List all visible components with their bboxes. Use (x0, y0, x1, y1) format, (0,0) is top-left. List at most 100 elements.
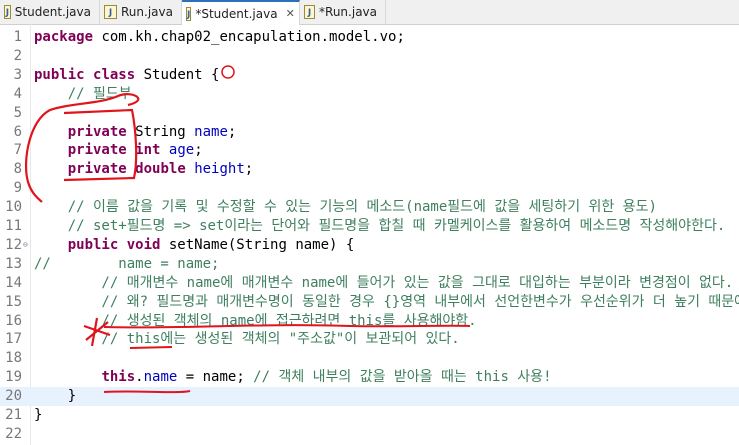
code-token: name (143, 369, 178, 386)
code-text: private double height; (34, 160, 253, 179)
code-token: String (126, 123, 195, 140)
code-token: // 이름 값을 기록 및 수정할 수 있는 기능의 메소드(name필드에 값… (34, 199, 657, 216)
line-number: 15 (5, 293, 22, 310)
code-line[interactable]: 17 // this에는 생성된 객체의 "주소값"이 보관되어 있다. (0, 330, 739, 349)
code-token: age (168, 142, 195, 159)
line-number: 8 (13, 161, 22, 178)
tab-label: Run.java (121, 5, 173, 19)
code-line[interactable]: 10 // 이름 값을 기록 및 수정할 수 있는 기능의 메소드(name필드… (0, 198, 739, 217)
line-number: 7 (13, 142, 22, 159)
tab-2[interactable]: J *Student.java ✕ (182, 0, 300, 25)
code-token: private (67, 142, 127, 159)
code-line[interactable]: 14 // 매개변수 name에 매개변수 name에 들어가 있는 값을 그대… (0, 274, 739, 293)
line-number: 11 (5, 218, 22, 234)
code-token: // this에는 생성된 객체의 "주소값"이 보관되어 있다. (34, 331, 460, 348)
code-text: package com.kh.chap02_encapulation.model… (34, 28, 405, 47)
code-line[interactable]: 3 public class Student { (0, 66, 739, 85)
tab-1[interactable]: J Run.java (100, 0, 182, 24)
code-token: com.kh.chap02_encapulation.model.vo; (93, 29, 405, 45)
code-editor[interactable]: 1 package com.kh.chap02_encapulation.mode… (0, 24, 739, 445)
code-text: // this에는 생성된 객체의 "주소값"이 보관되어 있다. (34, 330, 460, 349)
line-number: 2 (13, 47, 22, 64)
code-token: private (67, 123, 127, 140)
code-line[interactable]: 11 // set+필드명 => set이라는 단어와 필드명을 합칠 때 카멜… (0, 217, 739, 236)
code-token: int (135, 142, 161, 159)
code-line[interactable]: 18 (0, 349, 739, 368)
tab-0[interactable]: J Student.java (0, 0, 100, 24)
editor-tab-bar: J Student.java J Run.java J *Student.java ✕ J *R… (0, 0, 739, 25)
code-token: name (194, 123, 228, 140)
code-line[interactable]: 20 } (0, 387, 739, 407)
code-token: double (135, 161, 186, 178)
code-text: public void setName(String name) { (34, 236, 355, 255)
code-text: // 생성된 객체의 name에 접근하려면 this를 사용해야함. (34, 312, 477, 331)
code-token: void (126, 236, 161, 253)
close-tab-icon[interactable]: ✕ (286, 7, 295, 20)
code-text: // set+필드명 => set이라는 단어와 필드명을 합칠 때 카멜케이스… (34, 217, 726, 236)
code-token: // 생성된 객체의 name에 접근하려면 this를 사용해야함. (34, 312, 477, 329)
code-line[interactable]: 13 // name = name; (0, 255, 739, 274)
java-file-icon: J (186, 6, 192, 21)
code-token: // 필드부 (34, 85, 132, 102)
line-number: 9 (13, 180, 22, 197)
code-text: } (34, 387, 76, 406)
code-line[interactable]: 5 (0, 104, 739, 123)
code-token: = name; (177, 369, 254, 386)
line-number: 16 (5, 312, 22, 329)
code-line[interactable]: 19 this.name = name; // 객체 내부의 값을 받아올 때는… (0, 368, 739, 387)
tab-label: *Student.java (195, 6, 278, 21)
code-token: } (34, 388, 77, 405)
code-token: private (67, 161, 127, 178)
line-number: 3 (13, 66, 22, 83)
line-number: 6 (13, 123, 22, 140)
code-token: // name = name; (34, 255, 220, 272)
code-line[interactable]: 8 private double height; (0, 160, 739, 179)
code-line[interactable]: 1 package com.kh.chap02_encapulation.mode… (0, 28, 739, 47)
line-number: 10 (5, 199, 22, 216)
code-line[interactable]: 16 // 생성된 객체의 name에 접근하려면 this를 사용해야함. (0, 312, 739, 331)
java-file-icon: J (104, 5, 117, 19)
code-text: this.name = name; // 객체 내부의 값을 받아올 때는 th… (34, 368, 552, 387)
code-token: // set+필드명 => set이라는 단어와 필드명을 합칠 때 카멜케이스… (34, 218, 726, 234)
code-token: . (135, 369, 144, 386)
line-number: 12 (5, 236, 22, 253)
line-number: 17 (5, 331, 22, 348)
code-token: setName(String name) { (160, 236, 355, 253)
code-line[interactable]: 12 ⊖ public void setName(String name) { (0, 236, 739, 255)
code-line[interactable]: 21} (0, 406, 739, 425)
code-text: // 매개변수 name에 매개변수 name에 들어가 있는 값을 그대로 대… (34, 274, 733, 293)
code-line[interactable]: 22 (0, 425, 739, 444)
code-token: Student { (135, 66, 220, 83)
code-token: // 객체 내부의 값을 받아올 때는 this 사용! (253, 369, 552, 386)
code-token: ; (194, 142, 203, 159)
code-line[interactable]: 15 // 왜? 필드명과 매개변수명이 동일한 경우 {}영역 내부에서 선언… (0, 293, 739, 312)
tab-label: Student.java (14, 5, 91, 19)
code-text: // 이름 값을 기록 및 수정할 수 있는 기능의 메소드(name필드에 값… (34, 198, 657, 217)
code-line[interactable]: 6 private String name; (0, 123, 739, 142)
code-line[interactable]: 9 (0, 179, 739, 198)
code-text: } (34, 406, 42, 425)
line-number: 5 (13, 104, 22, 121)
code-line[interactable]: 2 (0, 47, 739, 66)
code-token: public (34, 66, 85, 83)
code-token: this (101, 369, 136, 386)
tab-3[interactable]: J *Run.java (300, 0, 386, 24)
code-line[interactable]: 4 // 필드부 (0, 85, 739, 104)
java-file-icon: J (304, 5, 316, 19)
code-text: // 왜? 필드명과 매개변수명이 동일한 경우 {}영역 내부에서 선언한변수… (34, 293, 739, 312)
line-number: 14 (5, 274, 22, 291)
code-token: // 왜? 필드명과 매개변수명이 동일한 경우 {}영역 내부에서 선언한변수… (34, 293, 739, 310)
fold-toggle-icon[interactable]: ⊖ (23, 240, 28, 249)
code-token: // 매개변수 name에 매개변수 name에 들어가 있는 값을 그대로 대… (34, 274, 734, 291)
code-line[interactable]: 7 private int age; (0, 141, 739, 160)
java-file-icon: J (4, 5, 11, 19)
line-number: 13 (5, 255, 22, 272)
